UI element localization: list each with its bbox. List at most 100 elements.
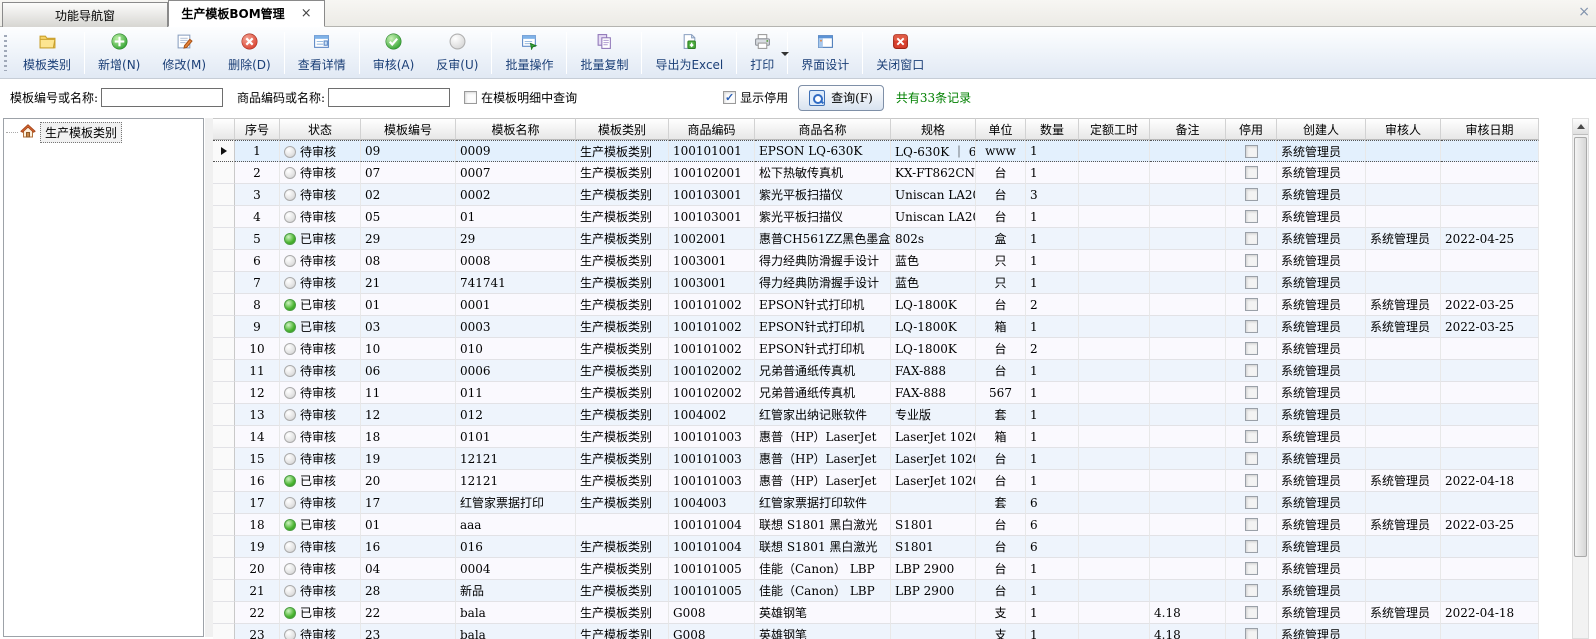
search-in-detail-checkbox[interactable] — [464, 91, 477, 104]
cell-unit[interactable]: 567 — [976, 382, 1026, 404]
cell-tpl_name[interactable]: 741741 — [456, 272, 576, 294]
cell-qty[interactable]: 6 — [1026, 514, 1079, 536]
table-row[interactable]: 23待审核23bala生产模板类别G008英雄钢笔支14.18系统管理员 — [213, 624, 1539, 639]
cell-tpl_no[interactable]: 04 — [361, 558, 456, 580]
cell-remark[interactable] — [1150, 360, 1226, 382]
cell-name[interactable]: 红管家票据打印软件 — [755, 492, 891, 514]
cell-hours[interactable] — [1079, 360, 1150, 382]
cell-qty[interactable]: 1 — [1026, 624, 1079, 639]
tab-bom-management[interactable]: 生产模板BOM管理 × — [168, 0, 325, 27]
cell-tpl_no[interactable]: 01 — [361, 514, 456, 536]
cell-no[interactable]: 16 — [235, 470, 280, 492]
cell-date[interactable]: 2022-03-25 — [1441, 514, 1539, 536]
cell-tpl_no[interactable]: 06 — [361, 360, 456, 382]
cell-date[interactable] — [1441, 140, 1539, 162]
cell-code[interactable]: 100101005 — [669, 558, 755, 580]
tree-node-root[interactable]: 生产模板类别 — [6, 122, 203, 143]
template-filter-input[interactable] — [101, 88, 223, 107]
column-header-stop[interactable]: 停用 — [1226, 118, 1277, 140]
table-row[interactable]: 12待审核11011生产模板类别100102002兄弟普通纸传真机FAX-888… — [213, 382, 1539, 404]
cell-tpl_no[interactable]: 01 — [361, 294, 456, 316]
cell-spec[interactable]: S1801 — [891, 514, 976, 536]
column-header-creator[interactable]: 创建人 — [1277, 118, 1366, 140]
cell-tpl_name[interactable]: 29 — [456, 228, 576, 250]
cell-code[interactable]: 1002001 — [669, 228, 755, 250]
cell-code[interactable]: 100101004 — [669, 514, 755, 536]
cell-spec[interactable]: LaserJet 1020 — [891, 448, 976, 470]
cell-stop[interactable] — [1226, 206, 1277, 228]
cell-creator[interactable]: 系统管理员 — [1277, 338, 1366, 360]
cell-hours[interactable] — [1079, 536, 1150, 558]
cell-code[interactable]: 100103001 — [669, 206, 755, 228]
cell-tpl_no[interactable]: 18 — [361, 426, 456, 448]
cell-name[interactable]: EPSON LQ-630K — [755, 140, 891, 162]
cell-spec[interactable]: S1801 — [891, 536, 976, 558]
cell-category[interactable]: 生产模板类别 — [576, 580, 669, 602]
cell-qty[interactable]: 1 — [1026, 250, 1079, 272]
cell-date[interactable] — [1441, 558, 1539, 580]
product-filter-input[interactable] — [328, 88, 450, 107]
cell-remark[interactable] — [1150, 514, 1226, 536]
cell-qty[interactable]: 1 — [1026, 228, 1079, 250]
cell-creator[interactable]: 系统管理员 — [1277, 536, 1366, 558]
cell-date[interactable] — [1441, 382, 1539, 404]
cell-hours[interactable] — [1079, 162, 1150, 184]
cell-auditor[interactable] — [1366, 624, 1441, 639]
cell-tpl_no[interactable]: 02 — [361, 184, 456, 206]
cell-status[interactable]: 待审核 — [280, 162, 361, 184]
batch-copy-button[interactable]: 批量复制 — [569, 30, 639, 76]
cell-auditor[interactable]: 系统管理员 — [1366, 470, 1441, 492]
cell-category[interactable]: 生产模板类别 — [576, 558, 669, 580]
cell-creator[interactable]: 系统管理员 — [1277, 316, 1366, 338]
cell-name[interactable]: 惠普（HP）LaserJet — [755, 470, 891, 492]
column-header-qty[interactable]: 数量 — [1026, 118, 1079, 140]
cell-creator[interactable]: 系统管理员 — [1277, 602, 1366, 624]
cell-no[interactable]: 23 — [235, 624, 280, 639]
cell-tpl_name[interactable]: 红管家票据打印 — [456, 492, 576, 514]
row-indicator[interactable] — [213, 206, 235, 228]
cell-tpl_name[interactable]: 010 — [456, 338, 576, 360]
cell-unit[interactable]: 套 — [976, 404, 1026, 426]
cell-hours[interactable] — [1079, 426, 1150, 448]
cell-name[interactable]: 得力经典防滑握手设计 — [755, 250, 891, 272]
cell-category[interactable]: 生产模板类别 — [576, 140, 669, 162]
cell-tpl_no[interactable]: 22 — [361, 602, 456, 624]
cell-tpl_name[interactable]: 新品 — [456, 580, 576, 602]
cell-name[interactable]: 惠普（HP）LaserJet — [755, 426, 891, 448]
cell-auditor[interactable] — [1366, 206, 1441, 228]
column-header-date[interactable]: 审核日期 — [1441, 118, 1539, 140]
cell-no[interactable]: 22 — [235, 602, 280, 624]
cell-no[interactable]: 19 — [235, 536, 280, 558]
row-indicator[interactable] — [213, 426, 235, 448]
row-indicator[interactable] — [213, 184, 235, 206]
cell-stop[interactable] — [1226, 514, 1277, 536]
cell-stop[interactable] — [1226, 162, 1277, 184]
cell-code[interactable]: 100101001 — [669, 140, 755, 162]
cell-code[interactable]: 1004003 — [669, 492, 755, 514]
cell-status[interactable]: 已审核 — [280, 514, 361, 536]
cell-remark[interactable] — [1150, 580, 1226, 602]
cell-date[interactable] — [1441, 492, 1539, 514]
cell-auditor[interactable] — [1366, 360, 1441, 382]
cell-creator[interactable]: 系统管理员 — [1277, 382, 1366, 404]
stop-checkbox[interactable] — [1245, 584, 1258, 597]
cell-date[interactable]: 2022-04-18 — [1441, 602, 1539, 624]
column-header-tpl_name[interactable]: 模板名称 — [456, 118, 576, 140]
cell-creator[interactable]: 系统管理员 — [1277, 162, 1366, 184]
toolbar-grip[interactable] — [4, 35, 7, 71]
cell-category[interactable]: 生产模板类别 — [576, 492, 669, 514]
cell-code[interactable]: G008 — [669, 602, 755, 624]
cell-no[interactable]: 1 — [235, 140, 280, 162]
cell-qty[interactable]: 1 — [1026, 316, 1079, 338]
cell-code[interactable]: 100101003 — [669, 448, 755, 470]
cell-code[interactable]: 1004002 — [669, 404, 755, 426]
cell-code[interactable]: 100101005 — [669, 580, 755, 602]
cell-remark[interactable] — [1150, 316, 1226, 338]
column-header-name[interactable]: 商品名称 — [755, 118, 891, 140]
cell-creator[interactable]: 系统管理员 — [1277, 404, 1366, 426]
cell-spec[interactable]: FAX-888 — [891, 360, 976, 382]
cell-auditor[interactable] — [1366, 162, 1441, 184]
row-indicator[interactable] — [213, 294, 235, 316]
cell-date[interactable] — [1441, 536, 1539, 558]
cell-hours[interactable] — [1079, 404, 1150, 426]
